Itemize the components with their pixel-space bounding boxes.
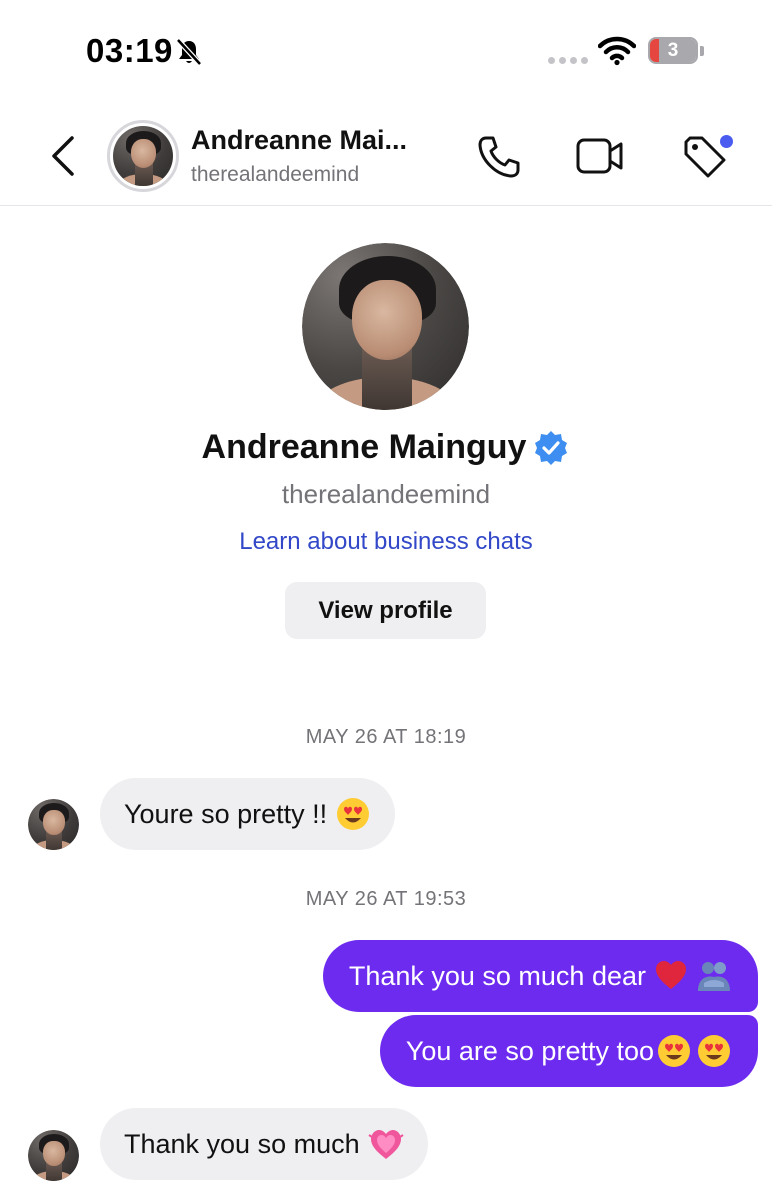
message-text: Thank you so much xyxy=(124,1128,360,1159)
video-camera-icon[interactable] xyxy=(576,136,624,176)
battery-cap xyxy=(700,46,704,56)
message-text: Thank you so much dear xyxy=(348,960,646,991)
bell-muted-icon xyxy=(176,38,202,66)
sender-avatar[interactable] xyxy=(28,799,79,850)
growing-heart-emoji xyxy=(368,1127,404,1161)
incoming-message[interactable]: Youre so pretty !! xyxy=(100,778,396,850)
back-arrow-icon[interactable] xyxy=(44,134,82,178)
business-chats-link[interactable]: Learn about business chats xyxy=(0,528,772,556)
status-time: 03:19 xyxy=(86,32,173,69)
outgoing-message[interactable]: Thank you so much dear xyxy=(322,940,758,1012)
profile-name-row: Andreanne Mainguy xyxy=(0,428,772,467)
avatar-image xyxy=(28,799,79,850)
status-bar: 03:19 3 xyxy=(0,0,772,100)
avatar-image xyxy=(28,1130,79,1181)
profile-name: Andreanne Mainguy xyxy=(201,428,527,466)
avatar-image xyxy=(302,243,469,410)
notification-dot xyxy=(720,135,733,148)
profile-avatar[interactable] xyxy=(302,243,469,410)
view-profile-button[interactable]: View profile xyxy=(285,582,486,639)
header-name[interactable]: Andreanne Mai... xyxy=(191,125,441,156)
chat-screen: 03:19 3 Andreanne Mai... therealandeemin… xyxy=(0,0,772,1200)
people-hugging-emoji xyxy=(696,959,732,993)
wifi-icon xyxy=(598,36,636,66)
chat-header: Andreanne Mai... therealandeemind xyxy=(0,100,772,206)
phone-icon[interactable] xyxy=(476,134,522,180)
red-heart-emoji xyxy=(654,959,688,993)
message-timestamp: MAY 26 AT 18:19 xyxy=(305,726,467,748)
verified-badge-icon xyxy=(535,430,568,465)
avatar-image xyxy=(113,126,173,186)
sender-avatar[interactable] xyxy=(28,1130,79,1181)
outgoing-message[interactable]: You are so pretty too xyxy=(379,1015,758,1087)
incoming-message[interactable]: Thank you so much xyxy=(100,1108,428,1180)
heart-eyes-emoji xyxy=(656,1033,692,1069)
header-avatar[interactable] xyxy=(107,120,179,192)
battery-fill xyxy=(650,39,659,62)
cellular-signal-icon xyxy=(548,57,588,64)
message-timestamp: MAY 26 AT 19:53 xyxy=(305,888,467,910)
message-text: Youre so pretty !! xyxy=(124,798,328,829)
profile-username: therealandeemind xyxy=(281,479,491,509)
battery-icon: 3 xyxy=(648,37,698,64)
heart-eyes-emoji xyxy=(335,796,371,832)
header-username[interactable]: therealandeemind xyxy=(191,163,359,187)
heart-eyes-emoji xyxy=(696,1033,732,1069)
message-text: You are so pretty too xyxy=(405,1035,654,1066)
